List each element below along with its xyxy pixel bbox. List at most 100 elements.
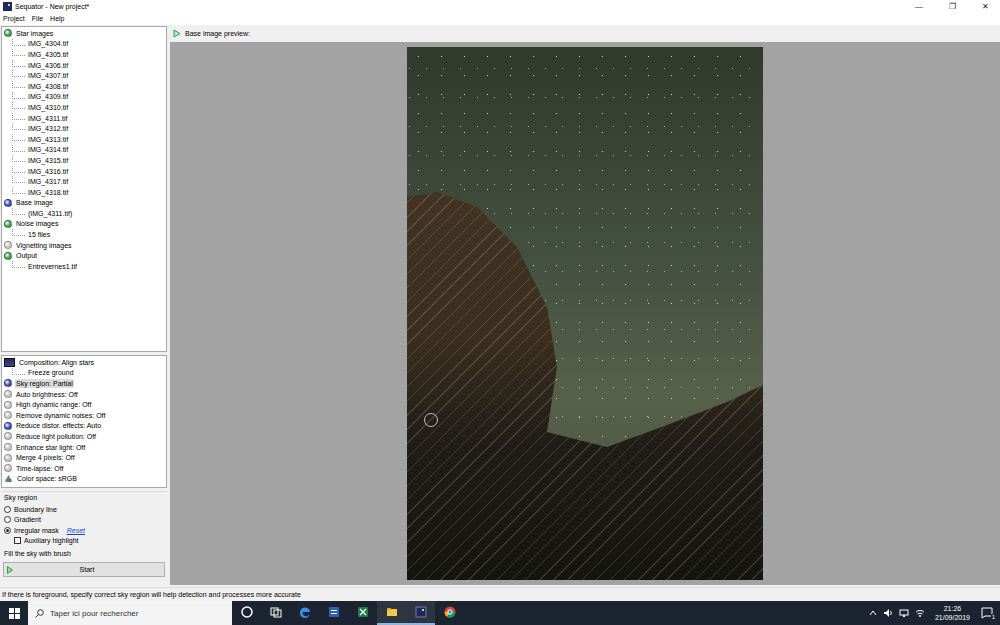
setting-item[interactable]: Remove dynamic noises: Off (4, 410, 164, 421)
notification-button[interactable]: 1 (980, 606, 994, 620)
setting-item[interactable]: Time-lapse: Off (4, 463, 164, 474)
group-title: Sky region (4, 493, 164, 503)
taskbar-app[interactable] (261, 601, 290, 625)
taskbar-app[interactable] (232, 601, 261, 625)
notification-count: 1 (991, 614, 996, 621)
chevron-up-icon (869, 609, 877, 617)
tree-item[interactable]: IMG_4312.tif (4, 123, 164, 134)
start-button[interactable]: Start (3, 562, 165, 577)
setting-item[interactable]: Color space: sRGB (4, 474, 164, 485)
menu-bar: Project File Help (0, 13, 1000, 25)
tree-node[interactable]: Noise images (4, 219, 164, 230)
clock: 21:2621/09/2019 (931, 604, 974, 622)
tree-item[interactable]: (IMG_4311.tif) (4, 208, 164, 219)
sequator-icon[interactable] (414, 605, 428, 619)
setting-item[interactable]: Composition: Align stars (4, 357, 164, 368)
edge-icon[interactable] (298, 605, 312, 619)
radio-icon[interactable] (4, 516, 11, 523)
tree-item[interactable]: IMG_4313.tif (4, 134, 164, 145)
taskbar-app[interactable] (348, 601, 377, 625)
sequator-window: Sequator - New project*—❐✕ProjectFileHel… (0, 0, 1000, 625)
task-view-icon[interactable] (269, 605, 283, 619)
setting-item[interactable]: Reduce distor. effects: Auto (4, 421, 164, 432)
tree-item[interactable]: IMG_4306.tif (4, 60, 164, 71)
window-control[interactable]: ❐ (937, 0, 967, 13)
windows-logo-icon (9, 608, 20, 619)
status-dot-icon (4, 199, 12, 207)
tree-item[interactable]: IMG_4310.tif (4, 102, 164, 113)
settings-list: Composition: Align starsFreeze groundSky… (1, 355, 167, 488)
setting-item[interactable]: High dynamic range: Off (4, 399, 164, 410)
tree-item[interactable]: IMG_4318.tif (4, 187, 164, 198)
cortana-icon[interactable] (240, 605, 254, 619)
setting-item[interactable]: Auto brightness: Off (4, 389, 164, 400)
foreground-mask (407, 47, 763, 580)
setting-item[interactable]: Enhance star light: Off (4, 442, 164, 453)
setting-subitem[interactable]: Freeze ground (4, 368, 164, 379)
word-icon[interactable] (327, 605, 341, 619)
tree-item[interactable]: IMG_4304.tif (4, 39, 164, 50)
tree-item[interactable]: IMG_4315.tif (4, 155, 164, 166)
setting-item[interactable]: Merge 4 pixels: Off (4, 452, 164, 463)
status-dot-icon (4, 379, 12, 387)
checkbox-icon[interactable] (14, 537, 21, 544)
radio-option[interactable]: Gradient (4, 515, 164, 526)
tree-node[interactable]: Base image (4, 198, 164, 209)
tree-item[interactable]: IMG_4307.tif (4, 70, 164, 81)
status-dot-icon (4, 220, 12, 228)
status-dot-icon (4, 464, 12, 472)
window-control[interactable]: — (904, 0, 934, 13)
tree-item[interactable]: IMG_4316.tif (4, 166, 164, 177)
composition-icon (4, 358, 15, 367)
radio-option[interactable]: Boundary line (4, 504, 164, 515)
radio-icon[interactable] (4, 506, 11, 513)
menu-item[interactable]: Project (3, 13, 25, 25)
tree-node[interactable]: Star images (4, 28, 164, 39)
file-explorer-icon[interactable] (385, 605, 399, 619)
system-tray: 21:2621/09/2019 1 (869, 604, 1000, 622)
taskbar-app[interactable] (406, 601, 435, 625)
tree-item[interactable]: IMG_4317.tif (4, 176, 164, 187)
taskbar-app[interactable] (435, 601, 464, 625)
status-dot-icon (4, 432, 12, 440)
speaker-icon (883, 608, 893, 618)
tree-item[interactable]: 15 files (4, 229, 164, 240)
brush-cursor (424, 413, 438, 427)
chrome-icon[interactable] (443, 605, 457, 619)
tree-item[interactable]: IMG_4309.tif (4, 92, 164, 103)
tree-item[interactable]: IMG_4305.tif (4, 49, 164, 60)
tree-item[interactable]: IMG_4314.tif (4, 145, 164, 156)
sky-region-group: Sky regionBoundary lineGradientIrregular… (1, 491, 167, 546)
setting-item[interactable]: Reduce light pollution: Off (4, 431, 164, 442)
window-title: Sequator - New project* (15, 0, 901, 13)
tree-node[interactable]: Vignetting images (4, 240, 164, 251)
tree-node[interactable]: Output (4, 250, 164, 261)
tree-item[interactable]: IMG_4308.tif (4, 81, 164, 92)
tree-item[interactable]: Entrevernes1.tif (4, 261, 164, 272)
wifi-icon (915, 608, 925, 618)
taskbar-app[interactable] (319, 601, 348, 625)
status-dot-icon (4, 422, 12, 430)
base-image-photo[interactable] (407, 47, 763, 580)
menu-item[interactable]: Help (50, 13, 64, 25)
start-menu-button[interactable] (0, 608, 28, 619)
radio-icon[interactable] (4, 527, 11, 534)
search-icon (35, 609, 44, 618)
checkbox-option[interactable]: Auxiliary highlight (4, 536, 164, 547)
taskbar-app[interactable] (377, 601, 406, 625)
app-logo-icon (3, 2, 12, 11)
window-control[interactable]: ✕ (970, 0, 1000, 13)
tree-item[interactable]: IMG_4311.tif (4, 113, 164, 124)
reset-link[interactable]: Reset (67, 527, 85, 534)
setting-item[interactable]: Sky region: Partial (4, 378, 164, 389)
preview-area (170, 42, 1000, 585)
radio-option[interactable]: Irregular maskReset (4, 525, 164, 536)
search-box[interactable]: Taper ici pour rechercher (28, 601, 232, 625)
title-bar: Sequator - New project*—❐✕ (0, 0, 1000, 13)
taskbar-app[interactable] (290, 601, 319, 625)
excel-icon[interactable] (356, 605, 370, 619)
status-dot-icon (4, 252, 12, 260)
status-dot-icon (4, 241, 12, 249)
status-dot-icon (4, 390, 12, 398)
menu-item[interactable]: File (32, 13, 43, 25)
